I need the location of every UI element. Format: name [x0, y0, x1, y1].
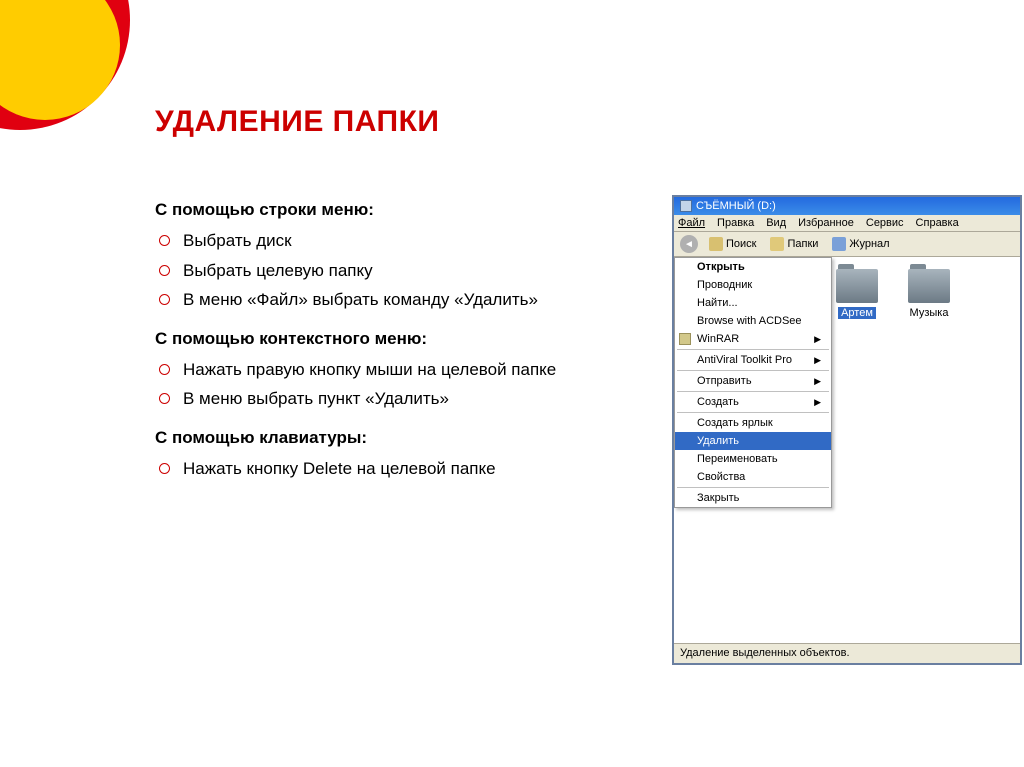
section-heading: С помощью клавиатуры: — [155, 428, 625, 448]
window-body: Открыть Проводник Найти... Browse with A… — [674, 257, 1020, 637]
menu-separator — [677, 412, 829, 413]
folder-label: Музыка — [910, 307, 949, 319]
menubar: Файл Правка Вид Избранное Сервис Справка — [674, 215, 1020, 232]
journal-button[interactable]: Журнал — [829, 236, 892, 252]
menu-item-explorer[interactable]: Проводник — [675, 276, 831, 294]
bullet-list: Нажать кнопку Delete на целевой папке — [155, 456, 625, 482]
menu-item-winrar[interactable]: WinRAR▶ — [675, 330, 831, 348]
winrar-icon — [679, 333, 691, 345]
folder-label: Артем — [838, 307, 876, 319]
status-bar: Удаление выделенных объектов. — [674, 643, 1020, 663]
bullet-list: Выбрать диск Выбрать целевую папку В мен… — [155, 228, 625, 313]
menu-item-create-shortcut[interactable]: Создать ярлык — [675, 414, 831, 432]
search-icon — [709, 237, 723, 251]
bullet-item: Выбрать диск — [177, 228, 625, 254]
menu-view[interactable]: Вид — [766, 217, 786, 229]
menu-item-antivirus[interactable]: AntiViral Toolkit Pro▶ — [675, 351, 831, 369]
file-dropdown-menu: Открыть Проводник Найти... Browse with A… — [674, 257, 832, 508]
section-heading: С помощью строки меню: — [155, 200, 625, 220]
submenu-arrow-icon: ▶ — [814, 397, 821, 408]
bullet-item: Выбрать целевую папку — [177, 258, 625, 284]
folder-view: Артем Музыка — [836, 269, 950, 319]
menu-item-properties[interactable]: Свойства — [675, 468, 831, 486]
drive-icon — [680, 200, 692, 212]
menu-item-rename[interactable]: Переименовать — [675, 450, 831, 468]
back-button[interactable]: ◄ — [680, 235, 698, 253]
menu-tools[interactable]: Сервис — [866, 217, 904, 229]
menu-edit[interactable]: Правка — [717, 217, 754, 229]
folders-icon — [770, 237, 784, 251]
window-title-text: СЪЁМНЫЙ (D:) — [696, 200, 776, 212]
toolbar: ◄ Поиск Папки Журнал — [674, 232, 1020, 257]
submenu-arrow-icon: ▶ — [814, 376, 821, 387]
status-text: Удаление выделенных объектов. — [680, 647, 850, 659]
menu-item-sendto[interactable]: Отправить▶ — [675, 372, 831, 390]
menu-item-delete[interactable]: Удалить — [675, 432, 831, 450]
bullet-item: Нажать кнопку Delete на целевой папке — [177, 456, 625, 482]
slide-title: УДАЛЕНИЕ ПАПКИ — [155, 105, 439, 139]
menu-separator — [677, 391, 829, 392]
menu-item-create[interactable]: Создать▶ — [675, 393, 831, 411]
bullet-item: В меню выбрать пункт «Удалить» — [177, 386, 625, 412]
menu-item-close[interactable]: Закрыть — [675, 489, 831, 507]
folder-icon — [908, 269, 950, 303]
folder-item-music[interactable]: Музыка — [908, 269, 950, 319]
folders-button[interactable]: Папки — [767, 236, 821, 252]
menu-separator — [677, 487, 829, 488]
decor-circle-yellow — [0, 0, 120, 120]
bullet-list: Нажать правую кнопку мыши на целевой пап… — [155, 357, 625, 412]
slide-content: С помощью строки меню: Выбрать диск Выбр… — [155, 200, 625, 485]
menu-favorites[interactable]: Избранное — [798, 217, 854, 229]
menu-file[interactable]: Файл — [678, 217, 705, 229]
menu-item-acdsee[interactable]: Browse with ACDSee — [675, 312, 831, 330]
window-titlebar: СЪЁМНЫЙ (D:) — [674, 197, 1020, 215]
journal-icon — [832, 237, 846, 251]
section-heading: С помощью контекстного меню: — [155, 329, 625, 349]
folder-icon — [836, 269, 878, 303]
menu-item-find[interactable]: Найти... — [675, 294, 831, 312]
search-button[interactable]: Поиск — [706, 236, 759, 252]
menu-separator — [677, 370, 829, 371]
explorer-window: СЪЁМНЫЙ (D:) Файл Правка Вид Избранное С… — [672, 195, 1022, 665]
submenu-arrow-icon: ▶ — [814, 334, 821, 345]
folder-item-artem[interactable]: Артем — [836, 269, 878, 319]
menu-separator — [677, 349, 829, 350]
submenu-arrow-icon: ▶ — [814, 355, 821, 366]
bullet-item: В меню «Файл» выбрать команду «Удалить» — [177, 287, 625, 313]
menu-item-open[interactable]: Открыть — [675, 258, 831, 276]
bullet-item: Нажать правую кнопку мыши на целевой пап… — [177, 357, 625, 383]
menu-help[interactable]: Справка — [916, 217, 959, 229]
